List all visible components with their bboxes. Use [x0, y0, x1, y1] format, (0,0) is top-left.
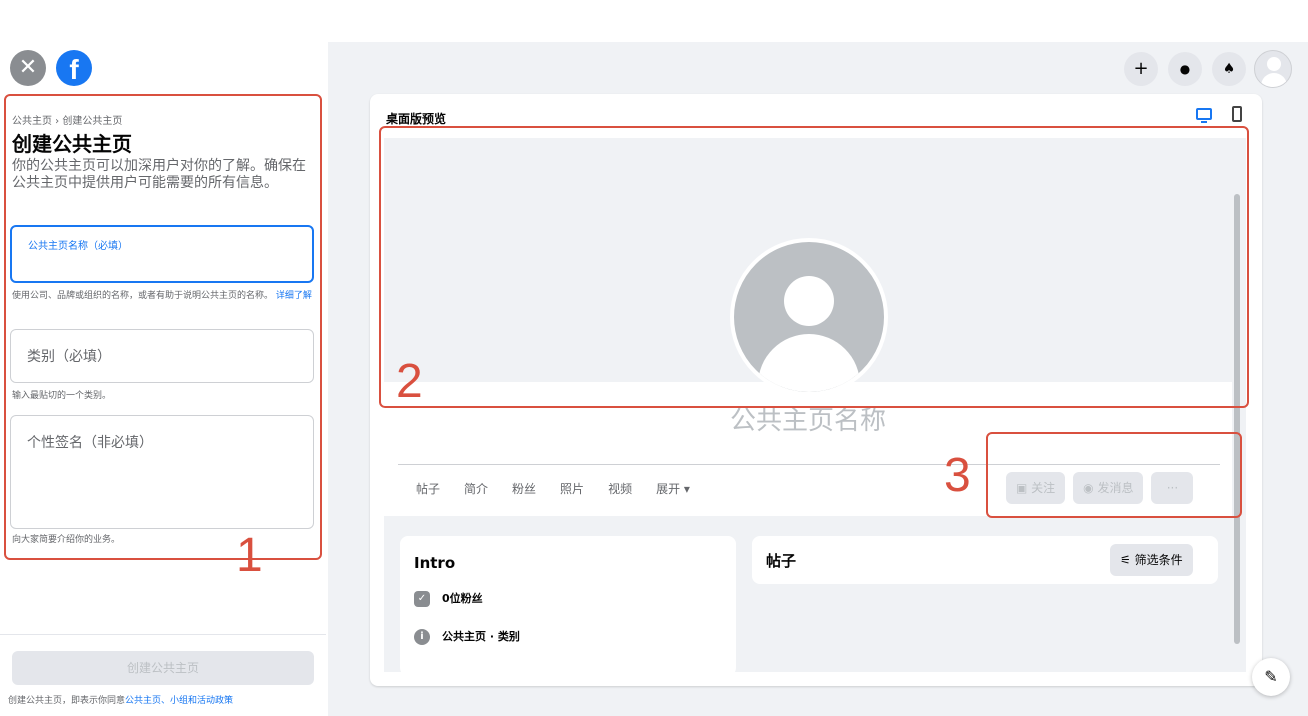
followers-count: 0位粉丝: [442, 592, 483, 605]
category-helper: 输入最贴切的一个类别。: [12, 391, 112, 401]
plus-icon[interactable]: +: [1124, 52, 1158, 86]
more-button[interactable]: ···: [1151, 472, 1194, 504]
tab-more[interactable]: 展开 ▾: [656, 480, 690, 497]
follow-button[interactable]: ▣ 关注: [1006, 472, 1066, 504]
category-field[interactable]: 类别（必填）: [10, 329, 314, 383]
close-icon[interactable]: ✕: [10, 50, 46, 86]
terms-prefix: 创建公共主页，即表示你同意: [8, 696, 126, 706]
annotation-number-2: 2: [396, 355, 423, 408]
terms-text: 创建公共主页，即表示你同意公共主页、小组和活动政策: [8, 693, 233, 706]
preview-content: 公共主页名称 帖子 简介 粉丝 照片 视频 展开 ▾ ▣ 关注 ◉ 发消息 ··…: [384, 138, 1246, 672]
category-placeholder: 类别（必填）: [27, 349, 111, 365]
page-name-helper-text: 使用公司、品牌或组织的名称，或者有助于说明公共主页的名称。: [12, 291, 274, 301]
bio-placeholder: 个性签名（非必填）: [27, 435, 153, 451]
account-avatar[interactable]: [1254, 50, 1292, 88]
compose-icon[interactable]: ✎: [1252, 658, 1290, 696]
desktop-icon[interactable]: [1196, 108, 1212, 123]
check-icon: ✓: [414, 591, 430, 607]
profile-header: 公共主页名称 帖子 简介 粉丝 照片 视频 展开 ▾ ▣ 关注 ◉ 发消息 ··…: [384, 382, 1232, 516]
tab-followers[interactable]: 粉丝: [512, 480, 536, 497]
avatar-head: [1267, 57, 1281, 71]
learn-more-link[interactable]: 详细了解: [276, 291, 312, 301]
profile-body: [758, 334, 860, 392]
app-root: ✕ f 公共主页 › 创建公共主页 创建公共主页 你的公共主页可以加深用户对你的…: [0, 0, 1308, 716]
page-description: 你的公共主页可以加深用户对你的了解。确保在公共主页中提供用户可能需要的所有信息。: [12, 158, 306, 191]
create-page-button[interactable]: 创建公共主页: [12, 651, 314, 685]
category-line: 公共主页 · 类别: [442, 630, 520, 643]
bell-icon[interactable]: ♠: [1212, 52, 1246, 86]
intro-title: Intro: [414, 554, 456, 572]
desktop-preview-card: 桌面版预览 公共主页名称 帖子 简介 粉丝 照片 视频 展开 ▾ ▣ 关注 ◉ …: [370, 94, 1262, 686]
breadcrumb: 公共主页 › 创建公共主页: [12, 116, 123, 127]
page-name-field[interactable]: 公共主页名称（必填）: [10, 225, 314, 283]
profile-head: [784, 276, 834, 326]
category-row: i 公共主页 · 类别: [414, 628, 520, 645]
preview-page-name: 公共主页名称: [729, 406, 886, 436]
message-button[interactable]: ◉ 发消息: [1073, 472, 1144, 504]
page-tabs: 帖子 简介 粉丝 照片 视频 展开 ▾: [416, 480, 714, 497]
bio-field[interactable]: 个性签名（非必填）: [10, 415, 314, 529]
mobile-icon[interactable]: [1232, 106, 1242, 122]
tab-about[interactable]: 简介: [464, 480, 488, 497]
posts-card: 帖子 ⚟ 筛选条件: [752, 536, 1218, 584]
preview-title: 桌面版预览: [386, 112, 447, 126]
panel-footer: 创建公共主页 创建公共主页，即表示你同意公共主页、小组和活动政策: [0, 634, 326, 716]
divider: [398, 464, 1220, 465]
tab-posts[interactable]: 帖子: [416, 480, 440, 497]
followers-row: ✓ 0位粉丝: [414, 590, 483, 607]
page-title: 创建公共主页: [12, 132, 132, 156]
posts-title: 帖子: [766, 552, 797, 570]
tab-photos[interactable]: 照片: [560, 480, 584, 497]
profile-picture: [730, 238, 888, 396]
preview-area: + ● ♠ 桌面版预览 公共主页名称 帖子 简介 粉丝 照片 视频 展开 ▾ ▣…: [328, 42, 1308, 716]
messenger-icon[interactable]: ●: [1168, 52, 1202, 86]
avatar-body: [1261, 73, 1287, 87]
terms-link[interactable]: 公共主页、小组和活动政策: [125, 696, 233, 706]
panel-header: ✕ f: [0, 42, 326, 90]
annotation-number-1: 1: [236, 529, 263, 582]
page-actions: ▣ 关注 ◉ 发消息 ···: [1006, 472, 1194, 504]
scrollbar[interactable]: [1234, 194, 1240, 644]
create-page-panel: ✕ f 公共主页 › 创建公共主页 创建公共主页 你的公共主页可以加深用户对你的…: [0, 42, 326, 716]
filter-button[interactable]: ⚟ 筛选条件: [1110, 544, 1193, 576]
intro-card: Intro ✓ 0位粉丝 i 公共主页 · 类别: [400, 536, 736, 672]
annotation-number-3: 3: [944, 449, 971, 502]
info-icon: i: [414, 629, 430, 645]
page-name-label: 公共主页名称（必填）: [28, 241, 128, 252]
tab-videos[interactable]: 视频: [608, 480, 632, 497]
bio-helper: 向大家简要介绍你的业务。: [12, 535, 121, 545]
facebook-logo[interactable]: f: [56, 50, 92, 86]
page-name-helper: 使用公司、品牌或组织的名称，或者有助于说明公共主页的名称。 详细了解: [12, 290, 312, 302]
